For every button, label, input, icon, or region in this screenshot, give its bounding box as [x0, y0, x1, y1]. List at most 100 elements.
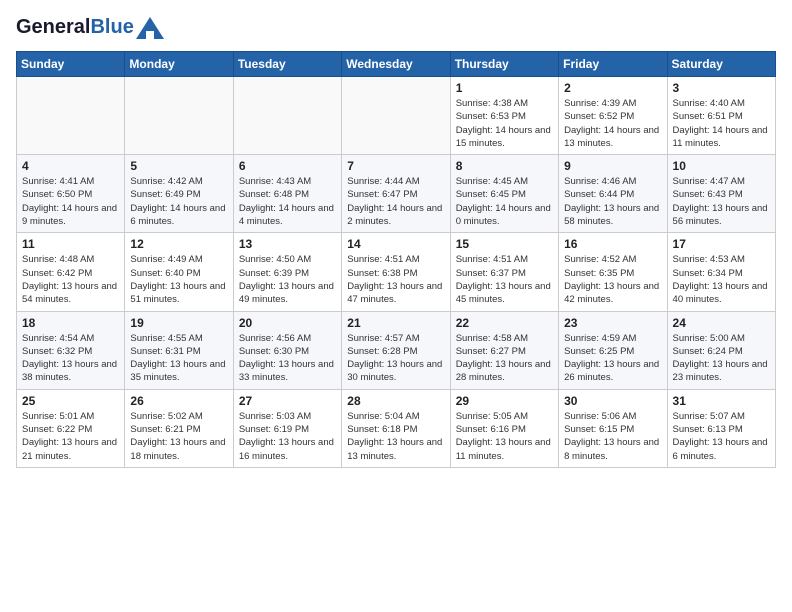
- calendar-cell: 29Sunrise: 5:05 AMSunset: 6:16 PMDayligh…: [450, 389, 558, 467]
- day-info: Sunrise: 4:41 AMSunset: 6:50 PMDaylight:…: [22, 175, 119, 228]
- day-info: Sunrise: 4:38 AMSunset: 6:53 PMDaylight:…: [456, 97, 553, 150]
- calendar-cell: 5 Sunrise: 4:42 AMSunset: 6:49 PMDaylight…: [125, 155, 233, 233]
- logo: General Blue: [16, 16, 164, 39]
- calendar-cell: 8Sunrise: 4:45 AMSunset: 6:45 PMDaylight…: [450, 155, 558, 233]
- calendar-week-row: 18 Sunrise: 4:54 AMSunset: 6:32 PMDayligh…: [17, 311, 776, 389]
- logo-general: General: [16, 16, 90, 39]
- calendar-cell: 30 Sunrise: 5:06 AMSunset: 6:15 PMDayligh…: [559, 389, 667, 467]
- calendar-week-row: 1 Sunrise: 4:38 AMSunset: 6:53 PMDaylight…: [17, 77, 776, 155]
- day-number: 1: [456, 81, 553, 95]
- calendar-cell: 11 Sunrise: 4:48 AMSunset: 6:42 PMDayligh…: [17, 233, 125, 311]
- day-number: 31: [673, 394, 770, 408]
- day-number: 6: [239, 159, 336, 173]
- day-number: 22: [456, 316, 553, 330]
- day-info: Sunrise: 4:47 AMSunset: 6:43 PMDaylight:…: [673, 175, 770, 228]
- calendar-cell: 31 Sunrise: 5:07 AMSunset: 6:13 PMDayligh…: [667, 389, 775, 467]
- day-number: 28: [347, 394, 444, 408]
- day-info: Sunrise: 4:39 AMSunset: 6:52 PMDaylight:…: [564, 97, 661, 150]
- day-number: 20: [239, 316, 336, 330]
- day-number: 17: [673, 237, 770, 251]
- day-info: Sunrise: 4:52 AMSunset: 6:35 PMDaylight:…: [564, 253, 661, 306]
- calendar-week-row: 11 Sunrise: 4:48 AMSunset: 6:42 PMDayligh…: [17, 233, 776, 311]
- day-info: Sunrise: 5:04 AMSunset: 6:18 PMDaylight:…: [347, 410, 444, 463]
- day-info: Sunrise: 4:50 AMSunset: 6:39 PMDaylight:…: [239, 253, 336, 306]
- calendar-table: SundayMondayTuesdayWednesdayThursdayFrid…: [16, 51, 776, 468]
- day-info: Sunrise: 5:05 AMSunset: 6:16 PMDaylight:…: [456, 410, 553, 463]
- calendar-header-row: SundayMondayTuesdayWednesdayThursdayFrid…: [17, 52, 776, 77]
- day-info: Sunrise: 4:54 AMSunset: 6:32 PMDaylight:…: [22, 332, 119, 385]
- day-info: Sunrise: 4:59 AMSunset: 6:25 PMDaylight:…: [564, 332, 661, 385]
- day-info: Sunrise: 4:40 AMSunset: 6:51 PMDaylight:…: [673, 97, 770, 150]
- calendar-cell: [342, 77, 450, 155]
- weekday-header-thursday: Thursday: [450, 52, 558, 77]
- day-info: Sunrise: 4:48 AMSunset: 6:42 PMDaylight:…: [22, 253, 119, 306]
- day-info: Sunrise: 4:42 AMSunset: 6:49 PMDaylight:…: [130, 175, 227, 228]
- calendar-cell: 14Sunrise: 4:51 AMSunset: 6:38 PMDayligh…: [342, 233, 450, 311]
- day-info: Sunrise: 4:55 AMSunset: 6:31 PMDaylight:…: [130, 332, 227, 385]
- day-number: 14: [347, 237, 444, 251]
- calendar-cell: 1 Sunrise: 4:38 AMSunset: 6:53 PMDaylight…: [450, 77, 558, 155]
- day-info: Sunrise: 5:03 AMSunset: 6:19 PMDaylight:…: [239, 410, 336, 463]
- calendar-cell: 17 Sunrise: 4:53 AMSunset: 6:34 PMDayligh…: [667, 233, 775, 311]
- calendar-cell: 16 Sunrise: 4:52 AMSunset: 6:35 PMDayligh…: [559, 233, 667, 311]
- day-number: 16: [564, 237, 661, 251]
- day-number: 23: [564, 316, 661, 330]
- day-info: Sunrise: 5:07 AMSunset: 6:13 PMDaylight:…: [673, 410, 770, 463]
- calendar-cell: 28 Sunrise: 5:04 AMSunset: 6:18 PMDayligh…: [342, 389, 450, 467]
- calendar-week-row: 4 Sunrise: 4:41 AMSunset: 6:50 PMDaylight…: [17, 155, 776, 233]
- day-info: Sunrise: 5:00 AMSunset: 6:24 PMDaylight:…: [673, 332, 770, 385]
- day-number: 21: [347, 316, 444, 330]
- weekday-header-monday: Monday: [125, 52, 233, 77]
- day-number: 12: [130, 237, 227, 251]
- day-number: 10: [673, 159, 770, 173]
- day-number: 25: [22, 394, 119, 408]
- calendar-cell: 27 Sunrise: 5:03 AMSunset: 6:19 PMDayligh…: [233, 389, 341, 467]
- weekday-header-wednesday: Wednesday: [342, 52, 450, 77]
- day-info: Sunrise: 5:01 AMSunset: 6:22 PMDaylight:…: [22, 410, 119, 463]
- calendar-cell: 7 Sunrise: 4:44 AMSunset: 6:47 PMDaylight…: [342, 155, 450, 233]
- calendar-cell: 9 Sunrise: 4:46 AMSunset: 6:44 PMDaylight…: [559, 155, 667, 233]
- calendar-cell: 25 Sunrise: 5:01 AMSunset: 6:22 PMDayligh…: [17, 389, 125, 467]
- day-info: Sunrise: 5:06 AMSunset: 6:15 PMDaylight:…: [564, 410, 661, 463]
- logo-icon: [136, 17, 164, 39]
- calendar-cell: 18 Sunrise: 4:54 AMSunset: 6:32 PMDayligh…: [17, 311, 125, 389]
- page-header: General Blue: [16, 16, 776, 39]
- day-number: 18: [22, 316, 119, 330]
- day-number: 8: [456, 159, 553, 173]
- calendar-cell: 10 Sunrise: 4:47 AMSunset: 6:43 PMDayligh…: [667, 155, 775, 233]
- calendar-cell: [125, 77, 233, 155]
- calendar-cell: 4 Sunrise: 4:41 AMSunset: 6:50 PMDaylight…: [17, 155, 125, 233]
- day-number: 15: [456, 237, 553, 251]
- calendar-cell: 6Sunrise: 4:43 AMSunset: 6:48 PMDaylight…: [233, 155, 341, 233]
- day-info: Sunrise: 5:02 AMSunset: 6:21 PMDaylight:…: [130, 410, 227, 463]
- day-info: Sunrise: 4:53 AMSunset: 6:34 PMDaylight:…: [673, 253, 770, 306]
- day-info: Sunrise: 4:46 AMSunset: 6:44 PMDaylight:…: [564, 175, 661, 228]
- day-number: 9: [564, 159, 661, 173]
- day-number: 30: [564, 394, 661, 408]
- day-number: 3: [673, 81, 770, 95]
- calendar-cell: [233, 77, 341, 155]
- day-number: 11: [22, 237, 119, 251]
- day-info: Sunrise: 4:58 AMSunset: 6:27 PMDaylight:…: [456, 332, 553, 385]
- day-number: 5: [130, 159, 227, 173]
- calendar-cell: 20Sunrise: 4:56 AMSunset: 6:30 PMDayligh…: [233, 311, 341, 389]
- calendar-cell: 26 Sunrise: 5:02 AMSunset: 6:21 PMDayligh…: [125, 389, 233, 467]
- calendar-cell: 2 Sunrise: 4:39 AMSunset: 6:52 PMDaylight…: [559, 77, 667, 155]
- day-number: 24: [673, 316, 770, 330]
- calendar-cell: [17, 77, 125, 155]
- day-number: 13: [239, 237, 336, 251]
- day-info: Sunrise: 4:49 AMSunset: 6:40 PMDaylight:…: [130, 253, 227, 306]
- day-info: Sunrise: 4:44 AMSunset: 6:47 PMDaylight:…: [347, 175, 444, 228]
- day-number: 7: [347, 159, 444, 173]
- day-number: 27: [239, 394, 336, 408]
- calendar-cell: 3 Sunrise: 4:40 AMSunset: 6:51 PMDaylight…: [667, 77, 775, 155]
- weekday-header-friday: Friday: [559, 52, 667, 77]
- day-number: 26: [130, 394, 227, 408]
- calendar-cell: 13 Sunrise: 4:50 AMSunset: 6:39 PMDayligh…: [233, 233, 341, 311]
- day-number: 2: [564, 81, 661, 95]
- calendar-cell: 19 Sunrise: 4:55 AMSunset: 6:31 PMDayligh…: [125, 311, 233, 389]
- day-number: 4: [22, 159, 119, 173]
- day-number: 19: [130, 316, 227, 330]
- calendar-week-row: 25 Sunrise: 5:01 AMSunset: 6:22 PMDayligh…: [17, 389, 776, 467]
- weekday-header-sunday: Sunday: [17, 52, 125, 77]
